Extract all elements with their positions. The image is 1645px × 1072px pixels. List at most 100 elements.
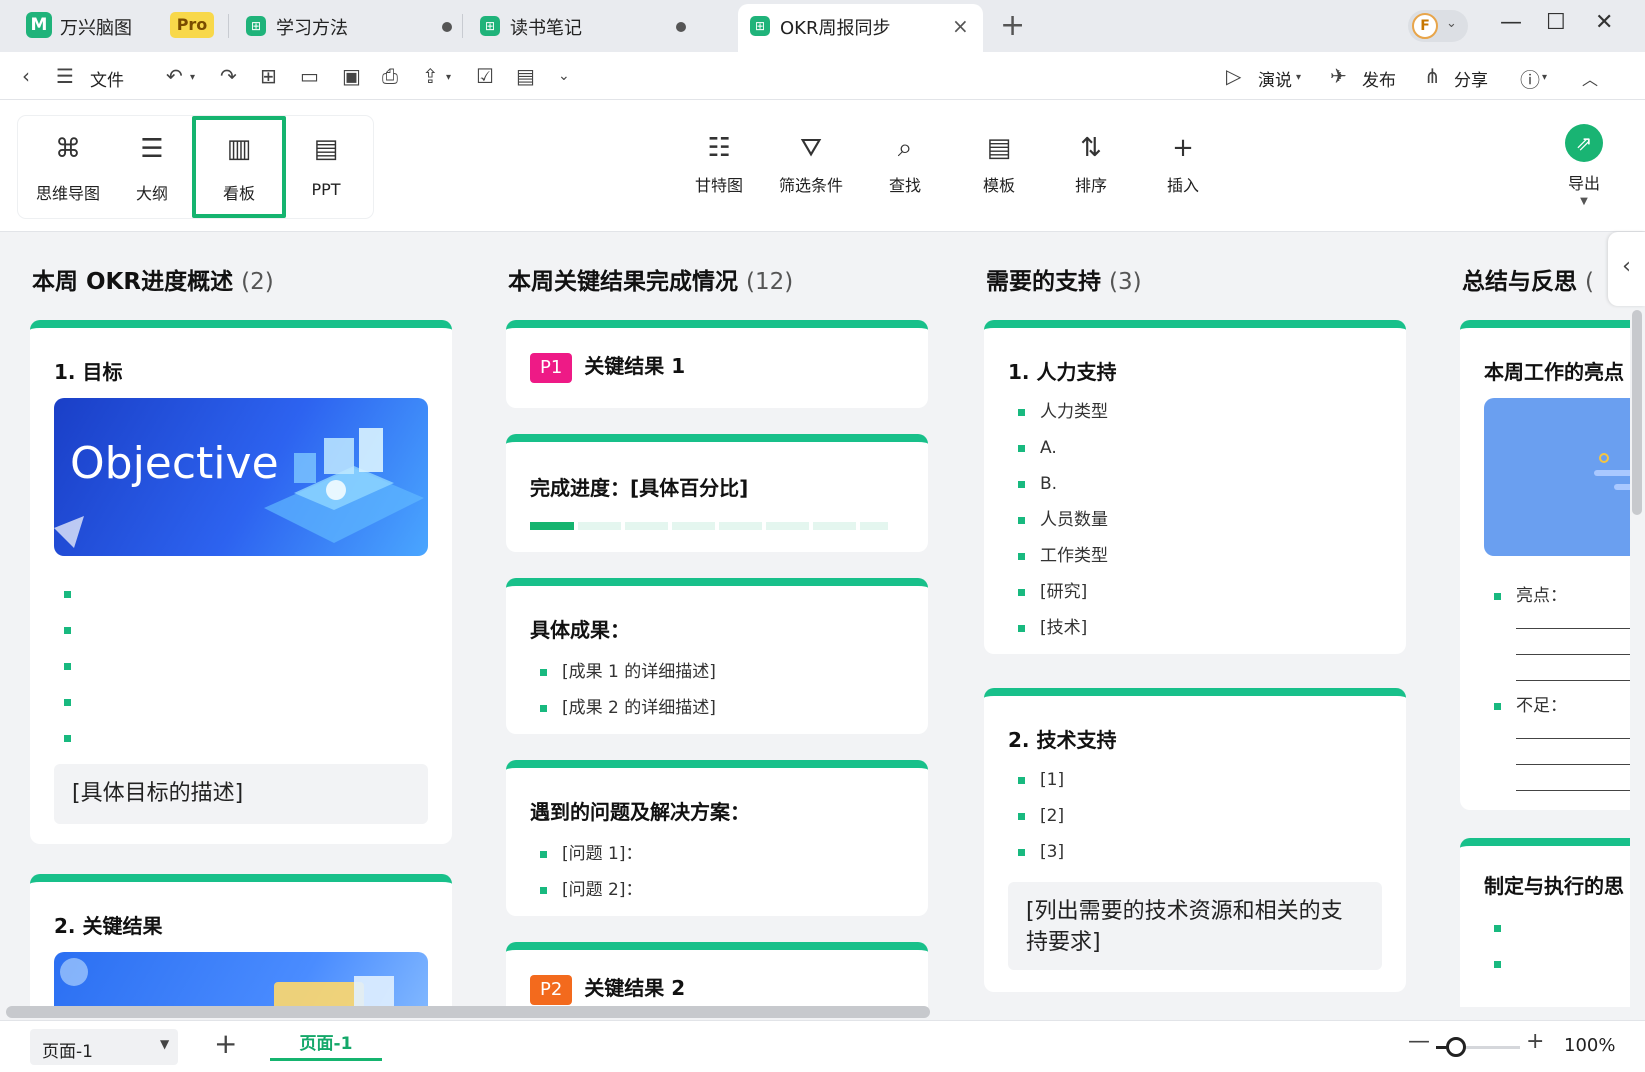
export-dropdown-icon[interactable]: ▼ [1544, 196, 1624, 207]
pro-badge[interactable]: Pro [170, 12, 214, 38]
insert-button[interactable]: + 插入 [1138, 128, 1228, 196]
present-dropdown-icon[interactable]: ▾ [1296, 72, 1301, 83]
view-kanban-button[interactable]: ▥ 看板 [192, 116, 286, 218]
save-as-icon[interactable]: ▤ [516, 64, 535, 88]
list-item[interactable]: A. [1018, 430, 1108, 466]
zoom-in-icon[interactable]: + [1526, 1029, 1544, 1054]
list-item[interactable] [1494, 910, 1516, 946]
collapse-ribbon-icon[interactable]: ︿ [1582, 66, 1598, 90]
present-button[interactable]: 演说 [1258, 66, 1292, 91]
checklist-icon[interactable]: ☑ [476, 64, 494, 88]
play-icon[interactable]: ▷ [1226, 64, 1241, 88]
open-folder-icon[interactable]: ▭ [300, 64, 319, 88]
page-tab-active[interactable]: 页面-1 [270, 1029, 382, 1061]
list-item[interactable]: [1] [1018, 762, 1064, 798]
list-item[interactable] [64, 612, 86, 648]
underline-field[interactable] [1516, 790, 1630, 791]
card-tech-support[interactable]: 2. 技术支持 [1] [2] [3] [列出需要的技术资源和相关的支持要求] [984, 688, 1406, 992]
file-menu[interactable]: 文件 [90, 66, 124, 91]
user-avatar[interactable]: F ⌄ [1408, 10, 1468, 42]
column-title[interactable]: 需要的支持 (3) [986, 262, 1142, 296]
find-button[interactable]: ⌕ 查找 [860, 128, 950, 196]
list-item[interactable] [1494, 946, 1516, 982]
card-issues[interactable]: 遇到的问题及解决方案： [问题 1]： [问题 2]： [506, 760, 928, 916]
save-icon[interactable]: ▣ [342, 64, 361, 88]
export-file-icon[interactable]: ⇪ [422, 64, 439, 88]
maximize-icon[interactable]: ☐ [1546, 10, 1566, 35]
objective-description[interactable]: [具体目标的描述] [54, 764, 428, 824]
menu-icon[interactable]: ☰ [56, 64, 74, 88]
view-ppt-button[interactable]: ▤ PPT [284, 116, 368, 218]
priority-tag[interactable]: P1 [530, 352, 573, 383]
view-mindmap-button[interactable]: ⌘ 思维导图 [26, 116, 110, 218]
list-item[interactable]: 工作类型 [1018, 538, 1108, 574]
list-item[interactable]: [研究] [1018, 574, 1108, 610]
filter-button[interactable]: ⛛ 筛选条件 [766, 128, 856, 196]
tab-study-methods[interactable]: ⊞ 学习方法 [246, 8, 466, 52]
underline-field[interactable] [1516, 654, 1630, 655]
gantt-button[interactable]: ☷ 甘特图 [674, 128, 764, 196]
page-select[interactable]: 页面-1 ▼ [30, 1029, 178, 1065]
zoom-out-icon[interactable]: — [1408, 1029, 1430, 1054]
redo-icon[interactable]: ↷ [220, 64, 237, 88]
list-item[interactable]: 亮点： [1494, 578, 1567, 614]
column-title[interactable]: 本周关键结果完成情况 (12) [508, 262, 793, 296]
help-icon[interactable]: ⓘ [1520, 64, 1540, 93]
list-item[interactable]: [成果 2 的详细描述] [540, 690, 716, 726]
new-file-icon[interactable]: ⊞ [260, 64, 277, 88]
export-dropdown-icon[interactable]: ▾ [446, 72, 451, 83]
zoom-level[interactable]: 100% [1564, 1035, 1615, 1056]
underline-field[interactable] [1516, 764, 1630, 765]
column-title[interactable]: 总结与反思 ( [1462, 262, 1594, 296]
collapse-panel-chevron-icon[interactable]: ‹ [1608, 232, 1645, 306]
list-item[interactable] [64, 648, 86, 684]
list-item[interactable]: [技术] [1018, 610, 1108, 646]
column-title[interactable]: 本周 OKR进度概述 (2) [32, 262, 274, 296]
back-icon[interactable]: ‹ [22, 64, 30, 88]
tech-support-description[interactable]: [列出需要的技术资源和相关的支持要求] [1008, 882, 1382, 970]
list-item[interactable]: 人员数量 [1018, 502, 1108, 538]
undo-icon[interactable]: ↶ [166, 64, 183, 88]
horizontal-scrollbar[interactable] [6, 1006, 930, 1018]
new-tab-plus-icon[interactable]: + [1000, 8, 1025, 43]
publish-button[interactable]: 发布 [1362, 66, 1396, 91]
print-icon[interactable]: ⎙ [382, 64, 398, 88]
card-highlights[interactable]: 本周工作的亮点 亮点： 不足： [1460, 320, 1630, 810]
card-key-results[interactable]: 2. 关键结果 [30, 874, 452, 1007]
share-icon[interactable]: ⋔ [1424, 64, 1441, 88]
list-item[interactable] [64, 684, 86, 720]
card-reflection[interactable]: 制定与执行的思 [1460, 838, 1630, 1007]
list-item[interactable]: [问题 1]： [540, 836, 642, 872]
list-item[interactable] [64, 576, 86, 612]
sort-button[interactable]: ⇅ 排序 [1046, 128, 1136, 196]
undo-dropdown-icon[interactable]: ▾ [190, 72, 195, 83]
card-key-result-1[interactable]: P1 关键结果 1 [506, 320, 928, 408]
list-item[interactable]: 人力类型 [1018, 394, 1108, 430]
underline-field[interactable] [1516, 628, 1630, 629]
card-key-result-2[interactable]: P2 关键结果 2 [506, 942, 928, 1007]
list-item[interactable] [64, 720, 86, 756]
add-page-plus-icon[interactable]: + [214, 1027, 237, 1060]
list-item[interactable]: [成果 1 的详细描述] [540, 654, 716, 690]
card-achievements[interactable]: 具体成果： [成果 1 的详细描述] [成果 2 的详细描述] [506, 578, 928, 734]
list-item[interactable]: [2] [1018, 798, 1064, 834]
export-button[interactable]: ⇗ 导出 ▼ [1544, 124, 1624, 207]
minimize-icon[interactable]: — [1500, 10, 1522, 35]
share-button[interactable]: 分享 [1454, 66, 1488, 91]
view-outline-button[interactable]: ☰ 大纲 [110, 116, 194, 218]
card-human-support[interactable]: 1. 人力支持 人力类型 A. B. 人员数量 工作类型 [研究] [技术] [984, 320, 1406, 654]
close-window-icon[interactable]: ✕ [1595, 10, 1613, 35]
vertical-scrollbar[interactable] [1632, 310, 1642, 515]
list-item[interactable]: 不足： [1494, 688, 1567, 724]
card-objective[interactable]: 1. 目标 Objective [具体目标的描述] [30, 320, 452, 844]
priority-tag[interactable]: P2 [530, 974, 573, 1005]
list-item[interactable]: B. [1018, 466, 1108, 502]
list-item[interactable]: [问题 2]： [540, 872, 642, 908]
tab-okr-weekly[interactable]: ⊞ OKR周报同步 [738, 4, 983, 52]
help-dropdown-icon[interactable]: ▾ [1542, 72, 1547, 83]
tab-reading-notes[interactable]: ⊞ 读书笔记 [480, 8, 700, 52]
zoom-slider-handle[interactable] [1446, 1037, 1466, 1057]
more-dropdown-icon[interactable]: ⌄ [558, 68, 570, 84]
list-item[interactable]: [3] [1018, 834, 1064, 870]
tab-close-icon[interactable]: × [952, 14, 969, 38]
